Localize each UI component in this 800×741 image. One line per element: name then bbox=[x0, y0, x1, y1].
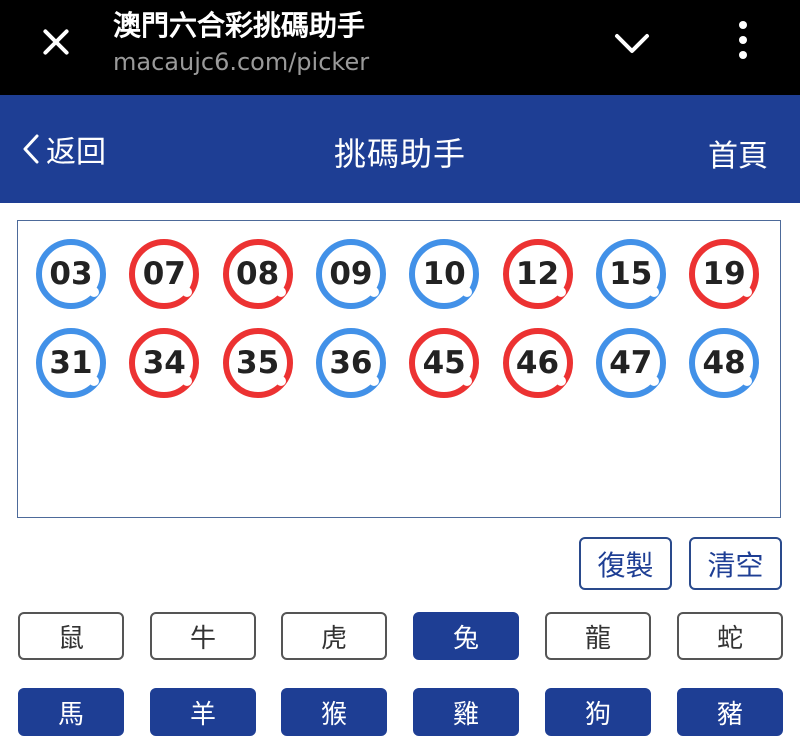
number-ball-label: 45 bbox=[422, 345, 466, 381]
number-ball[interactable]: 48 bbox=[689, 328, 760, 398]
number-ball-label: 47 bbox=[609, 345, 653, 381]
number-ball[interactable]: 45 bbox=[409, 328, 480, 398]
close-icon[interactable] bbox=[36, 22, 76, 62]
zodiac-button[interactable]: 蛇 bbox=[677, 612, 783, 660]
number-ball[interactable]: 19 bbox=[689, 239, 760, 309]
number-ball-label: 46 bbox=[515, 345, 560, 381]
zodiac-button[interactable]: 牛 bbox=[150, 612, 256, 660]
number-ball[interactable]: 34 bbox=[129, 328, 200, 398]
number-ball[interactable]: 35 bbox=[222, 328, 293, 398]
number-ball-label: 34 bbox=[142, 345, 186, 381]
number-ball[interactable]: 07 bbox=[129, 239, 200, 309]
zodiac-button[interactable]: 虎 bbox=[281, 612, 387, 660]
number-ball-label: 31 bbox=[49, 345, 93, 381]
more-options-icon[interactable] bbox=[730, 18, 756, 62]
selected-numbers-panel: 03 07 08 09 10 12 15 19 31 34 35 36 45 46 47 48 bbox=[17, 220, 781, 518]
number-ball[interactable]: 15 bbox=[595, 239, 666, 309]
number-ball[interactable]: 08 bbox=[222, 239, 293, 309]
number-ball-label: 36 bbox=[329, 345, 373, 381]
zodiac-button[interactable]: 狗 bbox=[545, 688, 651, 736]
number-ball[interactable]: 10 bbox=[409, 239, 480, 309]
browser-url[interactable]: macaujc6.com/picker bbox=[113, 48, 369, 76]
number-ball[interactable]: 46 bbox=[502, 328, 573, 398]
browser-page-title: 澳門六合彩挑碼助手 bbox=[113, 9, 366, 42]
number-ball-label: 35 bbox=[236, 345, 280, 381]
zodiac-button[interactable]: 龍 bbox=[545, 612, 651, 660]
number-ball-label: 15 bbox=[609, 256, 653, 292]
number-ball[interactable]: 36 bbox=[315, 328, 386, 398]
clear-button[interactable]: 清空 bbox=[689, 537, 782, 590]
number-ball-label: 07 bbox=[142, 256, 186, 292]
chevron-down-icon[interactable] bbox=[612, 26, 652, 60]
number-ball-label: 09 bbox=[329, 256, 373, 292]
zodiac-button[interactable]: 豬 bbox=[677, 688, 783, 736]
number-ball[interactable]: 03 bbox=[36, 239, 106, 309]
zodiac-button[interactable]: 羊 bbox=[150, 688, 256, 736]
zodiac-button[interactable]: 兔 bbox=[413, 612, 519, 660]
zodiac-button[interactable]: 馬 bbox=[18, 688, 124, 736]
number-ball[interactable]: 09 bbox=[315, 239, 386, 309]
number-ball-label: 03 bbox=[49, 256, 93, 292]
number-ball[interactable]: 31 bbox=[36, 328, 106, 398]
copy-button[interactable]: 復製 bbox=[579, 537, 672, 590]
number-ball[interactable]: 47 bbox=[595, 328, 666, 398]
number-ball-label: 19 bbox=[702, 256, 746, 292]
zodiac-button[interactable]: 鼠 bbox=[18, 612, 124, 660]
number-ball[interactable]: 12 bbox=[502, 239, 573, 309]
browser-toolbar: 澳門六合彩挑碼助手 macaujc6.com/picker bbox=[0, 0, 800, 95]
zodiac-button[interactable]: 猴 bbox=[281, 688, 387, 736]
zodiac-button[interactable]: 雞 bbox=[413, 688, 519, 736]
number-ball-label: 48 bbox=[702, 345, 746, 381]
app-header: 返回 挑碼助手 首頁 bbox=[0, 95, 800, 203]
number-ball-label: 12 bbox=[515, 256, 560, 292]
number-ball-label: 10 bbox=[422, 256, 466, 292]
page-title: 挑碼助手 bbox=[333, 135, 466, 173]
home-link[interactable]: 首頁 bbox=[708, 131, 768, 175]
number-ball-label: 08 bbox=[236, 256, 280, 292]
